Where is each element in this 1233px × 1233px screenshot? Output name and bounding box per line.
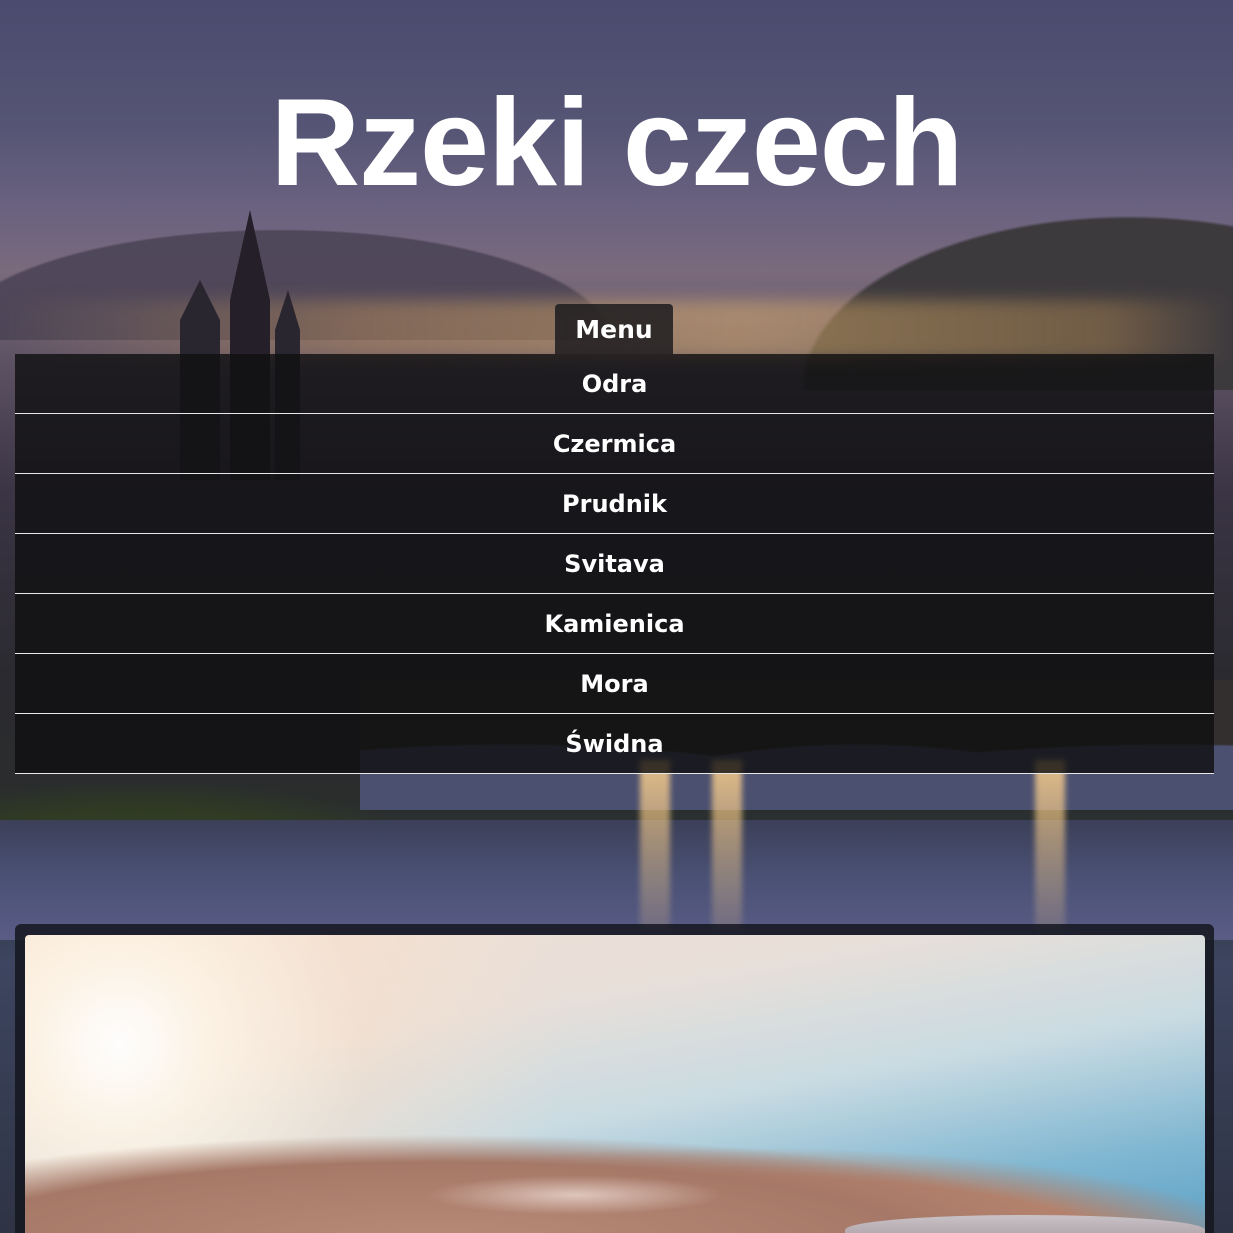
menu-item-kamienica[interactable]: Kamienica — [15, 594, 1214, 654]
background-lamp-reflection — [1035, 760, 1065, 930]
menu-item-czermica[interactable]: Czermica — [15, 414, 1214, 474]
menu-item-swidna[interactable]: Świdna — [15, 714, 1214, 774]
nav-menu: Odra Czermica Prudnik Svitava Kamienica … — [15, 354, 1214, 774]
background-lamp-reflection — [640, 760, 670, 930]
mountain-image — [25, 935, 1205, 1233]
mountain-snow — [425, 1175, 725, 1215]
menu-item-svitava[interactable]: Svitava — [15, 534, 1214, 594]
menu-toggle-button[interactable]: Menu — [555, 304, 673, 354]
menu-item-mora[interactable]: Mora — [15, 654, 1214, 714]
menu-item-prudnik[interactable]: Prudnik — [15, 474, 1214, 534]
background-lamp-reflection — [712, 760, 742, 930]
menu-item-odra[interactable]: Odra — [15, 354, 1214, 414]
page-title: Rzeki czech — [270, 74, 963, 212]
